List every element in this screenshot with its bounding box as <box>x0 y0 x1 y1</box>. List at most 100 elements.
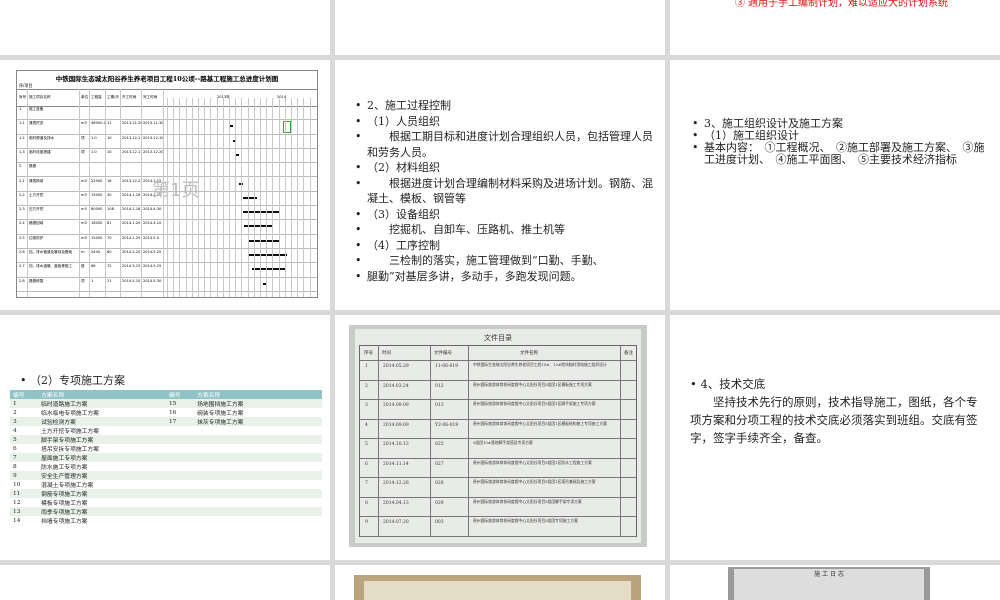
process-control-item: 根据工期目标和进度计划合理组织人员，包括管理人员和劳务人员。 <box>355 129 653 160</box>
special-plans-cell <box>194 471 322 480</box>
gantt-month-line <box>272 98 274 297</box>
gantt-cell: 2.8 <box>19 278 25 283</box>
gantt-column-line <box>120 89 121 297</box>
special-plans-cell: 碗装专项施工方案 <box>197 411 244 417</box>
special-plans-cell <box>165 489 195 498</box>
slide-process-control[interactable]: 2、施工过程控制（1）人员组织 根据工期目标和进度计划合理组织人员，包括管理人员… <box>335 60 665 310</box>
gantt-cell: 72 <box>107 264 112 269</box>
gantt-cell: 2014.5.20 <box>143 250 162 254</box>
file-directory-cell: 9 <box>365 520 368 525</box>
special-plans-cell: 雨季专项施工方案 <box>38 507 166 516</box>
slide-tech-disclosure[interactable]: • 4、技术交底 坚持技术先行的原则，技术指导施工，图纸，各个专项方案和分项工程… <box>670 315 1000 560</box>
special-plans-cell: 13 <box>10 507 39 516</box>
file-directory-cell: 5组团10#落地脚手架搭设专项方案 <box>473 440 533 445</box>
slide-special-plans[interactable]: • （2）专项施工方案 编号 方案名称 编号 方案名称 1 临时道路施工方案 15 场地围挡施… <box>0 315 330 560</box>
gantt-cell: 2014.1.20 <box>122 221 141 226</box>
gantt-column-line <box>79 89 80 297</box>
file-directory-header-cell: 备注 <box>624 351 633 356</box>
gantt-bar <box>248 239 279 242</box>
gantt-cell: 临时便道及排水 <box>29 135 55 140</box>
process-control-item: 根据进度计划合理编制材料采购及进场计划。钢筋、混凝土、模板、钢管等 <box>355 176 653 207</box>
special-plans-row: 6 塔吊安拆专项施工方案 <box>10 444 322 454</box>
file-directory-row: 3 2014.09.09 013 贵州国际旅游体育休闲度假中心太阳谷项目5组团1区脚手… <box>360 399 636 420</box>
gantt-month-line <box>179 98 181 297</box>
gantt-cell: 2014.5.25 <box>143 264 162 269</box>
file-directory-cell: 2014.10.13 <box>383 442 409 447</box>
special-plans-cell <box>194 444 322 453</box>
gantt-cell: 1.2 <box>19 135 25 140</box>
gantt-title: 中铁国际生态城太阳谷养生养老项目工程10公顷--路基工程施工总进度计划图 <box>55 75 279 83</box>
gantt-cell: m3 <box>81 121 87 126</box>
file-directory-cell: 4 <box>365 422 368 428</box>
special-plans-row: 10 混凝土专项施工方案 <box>10 480 322 490</box>
gantt-cell: 2014.5.10 <box>122 278 141 283</box>
gantt-header-cell: 单位 <box>81 95 89 99</box>
gantt-cell: 60 <box>107 250 112 254</box>
special-plans-header-cell: 方案名称 <box>38 390 166 399</box>
slide-bottom-left[interactable] <box>0 565 330 600</box>
gantt-cell: 10 <box>107 135 112 140</box>
gantt-cell: 清表换填 <box>29 178 44 183</box>
gantt-chart: 中铁国际生态城太阳谷养生养老项目工程10公顷--路基工程施工总进度计划图 序/项… <box>16 70 318 298</box>
special-plans-cell: 临水临电专项施工方案 <box>41 411 100 417</box>
file-directory-cell: 贵州国际旅游体育休闲度假中心太阳谷项目5组团1区模板结构施工专项施工方案 <box>473 420 607 426</box>
gantt-cell: 2013.12.11 <box>122 149 143 154</box>
special-plans-cell: 钢筋专项施工方案 <box>38 489 166 498</box>
special-plans-cell: 模板专项施工方案 <box>41 501 88 507</box>
gantt-cell: 2.2 <box>19 192 25 197</box>
gantt-month-line <box>235 98 237 297</box>
gantt-month-line <box>198 98 199 297</box>
file-directory-cell: 2014.04.13 <box>383 500 409 506</box>
gantt-cell: 2014.3.15 <box>122 264 141 269</box>
special-plans-cell <box>194 507 322 516</box>
slide-org-design[interactable]: 3、施工组织设计及施工方案（1）施工组织设计基本内容： ①工程概况、 ②施工部署… <box>670 60 1000 310</box>
gantt-cell: 2.6 <box>19 250 25 254</box>
gantt-cell: 15000 <box>91 235 103 240</box>
gantt-cell: 18000 <box>91 221 103 226</box>
gantt-month-line <box>297 98 299 297</box>
slide-bottom-middle[interactable] <box>335 565 665 600</box>
gantt-cell: 路基修整 <box>29 278 44 283</box>
construction-log-title: 施 工 日 志 <box>814 571 844 578</box>
special-plans-cell: 脚手架专项施工方案 <box>38 435 166 444</box>
slide-bottom-right[interactable]: 施 工 日 志 <box>670 565 1000 600</box>
slide-file-directory[interactable]: 文件目录 序号 时间 文件编号 文件名称 备注 1 2014.05.29 11-06-019 中… <box>335 315 665 560</box>
construction-log-photo: 施 工 日 志 <box>728 567 930 600</box>
file-directory-cell: 025 <box>435 442 444 447</box>
gantt-cell: 石方开挖 <box>29 207 44 212</box>
gantt-column-line <box>163 89 164 297</box>
special-plans-cell <box>166 516 194 525</box>
gantt-bar <box>243 196 257 199</box>
file-directory-cell: 6 <box>365 461 368 467</box>
gantt-cell: 施工准备 <box>29 107 44 111</box>
special-plans-row: 3 试验检测方案 17 抹灰专项施工方案 <box>10 417 322 426</box>
special-plans-cell: 试验检测方案 <box>38 417 166 426</box>
slide-top-left <box>0 0 330 55</box>
special-plans-cell: 14 <box>13 517 21 524</box>
gantt-cell: 1 <box>91 278 94 283</box>
gantt-cell: 2.4 <box>19 221 25 226</box>
special-plans-header-row: 编号 方案名称 编号 方案名称 <box>10 390 322 399</box>
gantt-cell: 2 <box>19 164 22 169</box>
special-plans-cell: 5 <box>10 435 39 444</box>
gantt-cell: 项 <box>81 278 85 283</box>
gantt-column-line <box>27 89 28 297</box>
file-directory-table: 序号 时间 文件编号 文件名称 备注 1 2014.05.29 11-06-019 中铁国际生态… <box>359 345 637 537</box>
special-plans-row: 13 雨季专项施工方案 <box>10 507 322 516</box>
special-plans-row: 9 安全生产管理方案 <box>10 471 322 480</box>
gantt-header-cell: 开工时间 <box>122 95 137 99</box>
file-directory-row: 1 2014.05.29 11-06-019 中铁国际生态城太阳谷养生养老项目工程10… <box>360 360 636 381</box>
gantt-cell: 2014.2.20 <box>122 250 141 254</box>
gantt-month-line <box>167 98 168 297</box>
slide-gantt[interactable]: 中铁国际生态城太阳谷养生养老项目工程10公顷--路基工程施工总进度计划图 序/项… <box>0 60 330 310</box>
special-plans-cell <box>165 471 195 480</box>
file-directory-cell: 2014.03.24 <box>383 383 409 389</box>
gantt-month-line <box>216 98 218 297</box>
file-directory-cell: 中铁国际生态城太阳谷养生养老项目工程10#、12#地块临时用电施工组织设计 <box>473 362 607 367</box>
file-directory-row: 5 2014.10.13 025 5组团10#落地脚手架搭设专项方案 <box>360 438 636 459</box>
special-plans-row: 8 防水施工专项方案 <box>10 462 322 472</box>
file-directory-cell: Y2-06-019 <box>435 422 459 428</box>
file-directory-photo: 文件目录 序号 时间 文件编号 文件名称 备注 1 2014.05.29 11-06-019 中… <box>349 325 647 547</box>
gantt-bar <box>252 268 285 271</box>
file-directory-cell: 2014.05.29 <box>383 364 409 369</box>
